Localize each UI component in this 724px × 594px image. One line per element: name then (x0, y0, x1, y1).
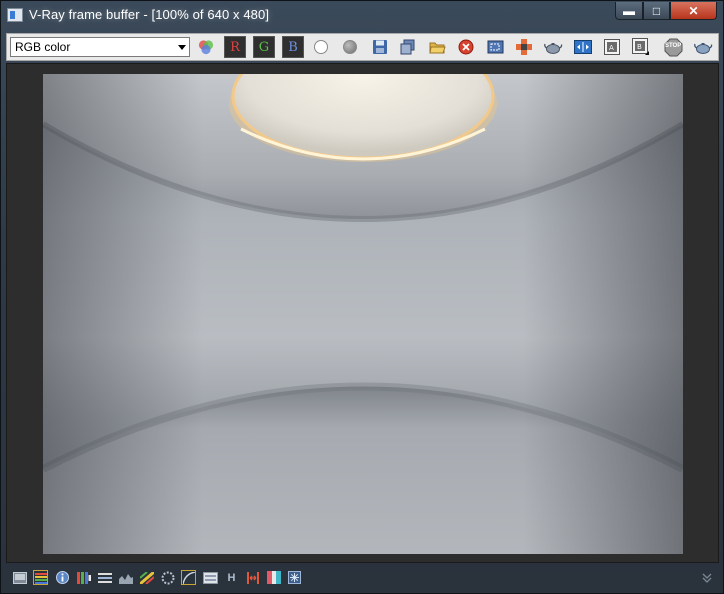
duplicate-icon (400, 39, 415, 55)
compare-ab-icon (574, 40, 592, 54)
history-a-button[interactable]: A (601, 36, 623, 58)
srgb-icon (203, 571, 218, 584)
render-button[interactable] (542, 36, 564, 58)
channel-select-value: RGB color (15, 40, 71, 54)
app-icon (7, 8, 23, 22)
histogram-icon (118, 573, 133, 584)
stop-label: STOP (665, 43, 682, 49)
white-swatch-icon (314, 40, 328, 54)
red-channel-button[interactable]: R (224, 36, 246, 58)
info-icon (56, 571, 69, 584)
histogram-button[interactable] (118, 570, 133, 585)
chromatic-button[interactable] (266, 570, 281, 585)
history-b-icon: B (632, 38, 649, 55)
render-last-icon (694, 43, 713, 54)
compare-ab-button[interactable] (572, 36, 594, 58)
minimize-button[interactable]: ▬ (615, 2, 643, 20)
open-button[interactable] (426, 36, 448, 58)
render-teapot-icon (544, 43, 563, 54)
gray-swatch-button[interactable] (339, 36, 361, 58)
track-mouse-button[interactable] (513, 36, 535, 58)
color-correction-button[interactable] (33, 570, 48, 585)
pixel-aspect-button[interactable] (160, 570, 175, 585)
asterisk-icon (288, 571, 301, 584)
settings-button[interactable] (287, 570, 302, 585)
clear-icon (458, 39, 474, 55)
svg-text:B: B (637, 43, 642, 51)
rendered-image-canvas (43, 74, 683, 554)
status-bar: H (6, 567, 719, 589)
show-panel-button[interactable] (12, 570, 27, 585)
history-a-icon: A (604, 39, 620, 55)
clear-button[interactable] (455, 36, 477, 58)
lut-icon (76, 571, 91, 584)
hue-button[interactable]: H (224, 570, 239, 585)
render-viewport[interactable] (6, 63, 719, 563)
close-button[interactable]: ✕ (670, 2, 717, 20)
srgb-button[interactable] (203, 570, 218, 585)
region-icon (487, 40, 503, 53)
curve-icon (182, 571, 195, 584)
color-correction-icon (34, 572, 47, 584)
history-b-button[interactable]: B (630, 36, 652, 58)
lut-button[interactable] (76, 570, 91, 585)
pixel-aspect-icon (161, 571, 174, 584)
green-channel-button[interactable]: G (253, 36, 275, 58)
levels-icon (97, 572, 112, 583)
stop-button[interactable]: STOP (662, 36, 684, 58)
color-channels-icon[interactable] (195, 36, 217, 58)
region-button[interactable] (484, 36, 506, 58)
collapse-icon (702, 573, 711, 583)
white-swatch-button[interactable] (310, 36, 332, 58)
save-icon (373, 40, 387, 54)
window-title: V-Ray frame buffer - [100% of 640 x 480] (29, 7, 270, 22)
gray-swatch-icon (343, 40, 357, 54)
split-button[interactable] (245, 570, 260, 585)
curve-button[interactable] (181, 570, 196, 585)
exposure-icon (139, 571, 154, 584)
vray-frame-buffer-window: V-Ray frame buffer - [100% of 640 x 480]… (0, 0, 724, 594)
collapse-button[interactable] (699, 570, 714, 585)
maximize-button[interactable]: □ (643, 2, 670, 20)
levels-button[interactable] (97, 570, 112, 585)
track-mouse-icon (516, 39, 532, 55)
svg-text:A: A (609, 44, 614, 52)
toolbar: RGB color R G B A B STOP (6, 33, 719, 61)
show-panel-icon (12, 571, 27, 584)
info-button[interactable] (55, 570, 70, 585)
save-button[interactable] (369, 36, 391, 58)
channel-select[interactable]: RGB color (10, 37, 190, 57)
rendered-image (43, 74, 683, 554)
open-icon (428, 42, 446, 53)
blue-channel-button[interactable]: B (282, 36, 304, 58)
render-last-button[interactable] (692, 36, 714, 58)
chromatic-icon (266, 571, 281, 584)
title-bar[interactable]: V-Ray frame buffer - [100% of 640 x 480]… (1, 1, 723, 31)
duplicate-button[interactable] (397, 36, 419, 58)
exposure-button[interactable] (139, 570, 154, 585)
chevron-down-icon (178, 45, 186, 50)
split-icon (246, 571, 259, 584)
